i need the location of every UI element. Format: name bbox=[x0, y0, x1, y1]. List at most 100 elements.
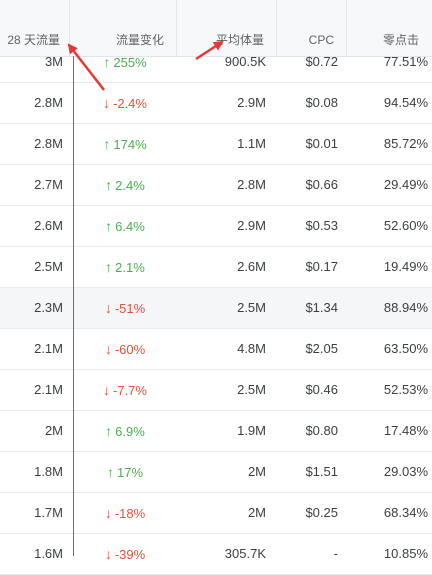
zero-click-value: 29.03% bbox=[383, 464, 428, 479]
traffic-value: 2.5M bbox=[34, 259, 63, 274]
table-row[interactable]: 2.7M ↑ 2.4% 2.8M $0.66 29.49% bbox=[0, 165, 432, 206]
zero-click-value: 17.48% bbox=[383, 423, 428, 438]
traffic-change-text: 6.9% bbox=[115, 424, 145, 439]
traffic-change-text: 255% bbox=[113, 55, 147, 70]
cpc-value: $1.51 bbox=[305, 464, 338, 479]
traffic-value: 2.8M bbox=[34, 136, 63, 151]
arrow-down-icon: ↓ bbox=[103, 382, 111, 398]
arrow-up-icon: ↑ bbox=[103, 54, 111, 70]
traffic-change-text: -60% bbox=[114, 342, 146, 357]
table-row[interactable]: 1.6M ↓ -39% 305.7K - 10.85% bbox=[0, 534, 432, 575]
avg-volume-value: 4.8M bbox=[237, 341, 266, 356]
traffic-value: 1.8M bbox=[34, 464, 63, 479]
traffic-change-value: ↓ -60% bbox=[73, 329, 177, 369]
zero-click-value: 52.53% bbox=[383, 382, 428, 397]
traffic-change-value: ↑ 17% bbox=[73, 452, 177, 492]
cpc-value: $0.08 bbox=[305, 95, 338, 110]
traffic-value: 2.1M bbox=[34, 341, 63, 356]
traffic-value: 2.1M bbox=[34, 382, 63, 397]
avg-volume-value: 2.5M bbox=[237, 300, 266, 315]
traffic-change-value: ↑ 6.4% bbox=[73, 206, 177, 246]
zero-click-value: 68.34% bbox=[383, 505, 428, 520]
traffic-value: 1.6M bbox=[34, 546, 63, 561]
arrow-up-icon: ↑ bbox=[103, 136, 111, 152]
cpc-value: $0.72 bbox=[305, 54, 338, 69]
table-row[interactable]: 3M ↑ 255% 900.5K $0.72 77.51% bbox=[0, 42, 432, 83]
table-row[interactable]: 2.6M ↑ 6.4% 2.9M $0.53 52.60% bbox=[0, 206, 432, 247]
traffic-value: 2.8M bbox=[34, 95, 63, 110]
traffic-value: 3M bbox=[44, 54, 63, 69]
traffic-value: 2M bbox=[44, 423, 63, 438]
zero-click-value: 77.51% bbox=[383, 54, 428, 69]
traffic-change-text: -51% bbox=[114, 301, 146, 316]
table-row[interactable]: 1.7M ↓ -18% 2M $0.25 68.34% bbox=[0, 493, 432, 534]
avg-volume-value: 2M bbox=[247, 464, 266, 479]
avg-volume-value: 2.8M bbox=[237, 177, 266, 192]
traffic-value: 2.6M bbox=[34, 218, 63, 233]
traffic-change-text: 6.4% bbox=[115, 219, 145, 234]
zero-click-value: 85.72% bbox=[383, 136, 428, 151]
arrow-down-icon: ↓ bbox=[104, 341, 112, 357]
arrow-down-icon: ↓ bbox=[104, 300, 112, 316]
traffic-change-value: ↑ 174% bbox=[73, 124, 177, 164]
cpc-value: $0.17 bbox=[305, 259, 338, 274]
zero-click-value: 94.54% bbox=[383, 95, 428, 110]
traffic-change-value: ↑ 2.4% bbox=[73, 165, 177, 205]
traffic-change-value: ↑ 255% bbox=[73, 42, 177, 82]
column-divider bbox=[73, 56, 74, 556]
avg-volume-value: 305.7K bbox=[224, 546, 266, 561]
table-row[interactable]: 2.1M ↓ -7.7% 2.5M $0.46 52.53% bbox=[0, 370, 432, 411]
traffic-change-text: 2.4% bbox=[115, 178, 145, 193]
arrow-up-icon: ↑ bbox=[105, 218, 113, 234]
arrow-down-icon: ↓ bbox=[104, 546, 112, 562]
traffic-value: 2.3M bbox=[34, 300, 63, 315]
traffic-change-value: ↓ -51% bbox=[73, 288, 177, 328]
avg-volume-value: 2.9M bbox=[237, 95, 266, 110]
arrow-up-icon: ↑ bbox=[105, 177, 113, 193]
avg-volume-value: 1.9M bbox=[237, 423, 266, 438]
traffic-change-value: ↓ -2.4% bbox=[73, 83, 177, 123]
cpc-value: $0.01 bbox=[305, 136, 338, 151]
traffic-value: 1.7M bbox=[34, 505, 63, 520]
zero-click-value: 29.49% bbox=[383, 177, 428, 192]
traffic-change-text: 2.1% bbox=[115, 260, 145, 275]
traffic-change-text: -2.4% bbox=[113, 96, 147, 111]
traffic-change-text: 174% bbox=[113, 137, 147, 152]
arrow-down-icon: ↓ bbox=[103, 95, 111, 111]
table-row[interactable]: 1.8M ↑ 17% 2M $1.51 29.03% bbox=[0, 452, 432, 493]
table-row[interactable]: 2.8M ↑ 174% 1.1M $0.01 85.72% bbox=[0, 124, 432, 165]
arrow-down-icon: ↓ bbox=[104, 505, 112, 521]
traffic-change-text: 17% bbox=[116, 465, 144, 480]
arrow-up-icon: ↑ bbox=[105, 423, 113, 439]
cpc-value: - bbox=[333, 546, 338, 561]
traffic-change-text: -39% bbox=[114, 547, 146, 562]
table-row[interactable]: 2.5M ↑ 2.1% 2.6M $0.17 19.49% bbox=[0, 247, 432, 288]
avg-volume-value: 1.1M bbox=[237, 136, 266, 151]
table-row[interactable]: 2.3M ↓ -51% 2.5M $1.34 88.94% bbox=[0, 288, 432, 329]
zero-click-value: 63.50% bbox=[383, 341, 428, 356]
cpc-value: $0.53 bbox=[305, 218, 338, 233]
traffic-change-text: -18% bbox=[114, 506, 146, 521]
table-row[interactable]: 2.1M ↓ -60% 4.8M $2.05 63.50% bbox=[0, 329, 432, 370]
traffic-change-text: -7.7% bbox=[113, 383, 147, 398]
avg-volume-value: 2M bbox=[247, 505, 266, 520]
traffic-change-value: ↑ 6.9% bbox=[73, 411, 177, 451]
zero-click-value: 19.49% bbox=[383, 259, 428, 274]
arrow-up-icon: ↑ bbox=[106, 464, 114, 480]
traffic-value: 2.7M bbox=[34, 177, 63, 192]
avg-volume-value: 2.5M bbox=[237, 382, 266, 397]
traffic-change-value: ↑ 2.1% bbox=[73, 247, 177, 287]
avg-volume-value: 2.9M bbox=[237, 218, 266, 233]
zero-click-value: 10.85% bbox=[383, 546, 428, 561]
cpc-value: $0.80 bbox=[305, 423, 338, 438]
table-row[interactable]: 2M ↑ 6.9% 1.9M $0.80 17.48% bbox=[0, 411, 432, 452]
cpc-value: $1.34 bbox=[305, 300, 338, 315]
avg-volume-value: 900.5K bbox=[224, 54, 266, 69]
table-row[interactable]: 2.8M ↓ -2.4% 2.9M $0.08 94.54% bbox=[0, 83, 432, 124]
arrow-up-icon: ↑ bbox=[105, 259, 113, 275]
traffic-change-value: ↓ -7.7% bbox=[73, 370, 177, 410]
zero-click-value: 52.60% bbox=[383, 218, 428, 233]
avg-volume-value: 2.6M bbox=[237, 259, 266, 274]
cpc-value: $2.05 bbox=[305, 341, 338, 356]
cpc-value: $0.25 bbox=[305, 505, 338, 520]
